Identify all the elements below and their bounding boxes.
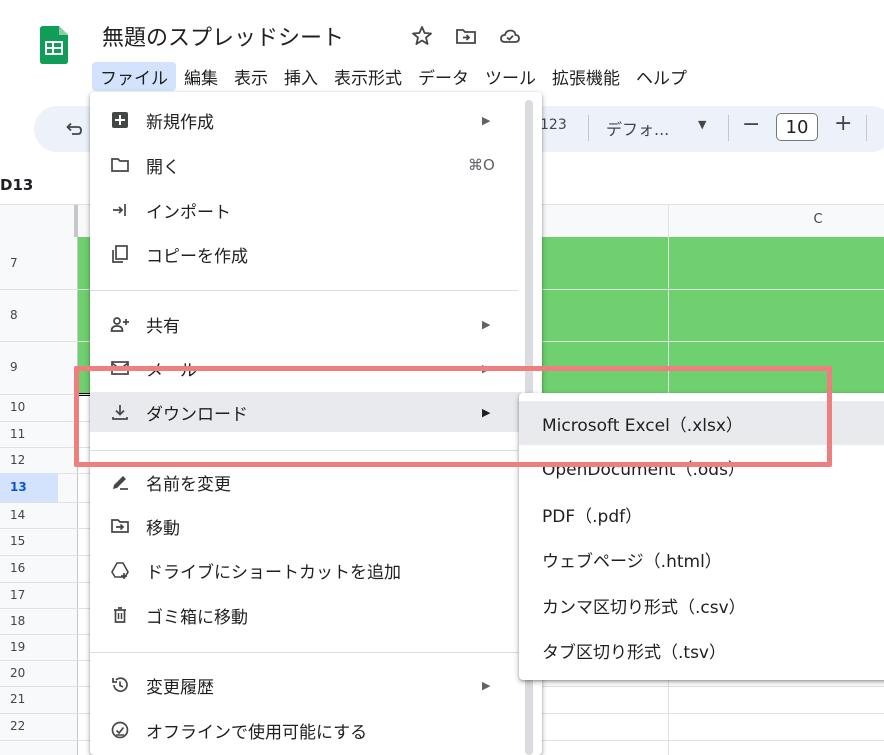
- row-header-14[interactable]: 14: [0, 502, 58, 528]
- file-menu-item-label: インポート: [146, 202, 231, 223]
- menu-data[interactable]: データ: [410, 62, 477, 91]
- toolbar-divider: [866, 115, 867, 141]
- file-menu-item-label: ゴミ箱に移動: [146, 607, 248, 628]
- copy-icon: [110, 244, 130, 264]
- row-header-10[interactable]: 10: [0, 394, 58, 421]
- row-header-13[interactable]: 13: [0, 473, 58, 502]
- file-menu-item-label: 開く: [146, 157, 180, 178]
- file-menu-item-label: 名前を変更: [146, 474, 231, 495]
- new-icon: [110, 110, 130, 130]
- download-format-item[interactable]: タブ区切り形式（.tsv）: [519, 628, 884, 672]
- file-menu-item-share[interactable]: 共有 ▶: [90, 304, 522, 344]
- file-menu-item-rename[interactable]: 名前を変更: [90, 462, 522, 502]
- file-menu-item-trash[interactable]: ゴミ箱に移動: [90, 595, 522, 635]
- menu-format[interactable]: 表示形式: [326, 62, 410, 91]
- submenu-arrow-icon: ▶: [482, 113, 491, 127]
- menu-separator: [90, 652, 518, 653]
- file-menu-item-history[interactable]: 変更履歴 ▶: [90, 665, 522, 705]
- offline-icon: [110, 720, 130, 740]
- row-header-20[interactable]: 20: [0, 660, 58, 686]
- download-format-label: カンマ区切り形式（.csv）: [542, 597, 746, 618]
- file-menu-item-copy[interactable]: コピーを作成: [90, 234, 522, 274]
- row-header-19[interactable]: 19: [0, 634, 58, 660]
- drive-shortcut-icon: [110, 560, 130, 580]
- download-format-item[interactable]: カンマ区切り形式（.csv）: [519, 583, 884, 627]
- increase-font-size-button[interactable]: +: [834, 111, 852, 136]
- row-header-8[interactable]: 8: [0, 289, 58, 341]
- column-header-c[interactable]: C: [768, 212, 868, 227]
- file-menu-item-label: 変更履歴: [146, 677, 214, 698]
- move-folder-icon[interactable]: [454, 24, 478, 48]
- menu-separator: [90, 290, 518, 291]
- submenu-arrow-icon: ▶: [482, 317, 491, 331]
- file-menu-item-new[interactable]: 新規作成 ▶: [90, 100, 522, 140]
- cloud-status-icon[interactable]: [498, 24, 522, 48]
- download-format-item[interactable]: PDF（.pdf）: [519, 492, 884, 536]
- move-icon: [110, 516, 130, 536]
- menu-edit[interactable]: 編集: [176, 62, 226, 91]
- row-header-16[interactable]: 16: [0, 555, 58, 582]
- rename-icon: [110, 472, 130, 492]
- menu-bar: ファイル 編集 表示 挿入 表示形式 データ ツール 拡張機能 ヘルプ: [92, 61, 695, 91]
- toolbar-divider: [728, 115, 729, 141]
- number-format-button[interactable]: 123: [540, 117, 567, 133]
- document-title[interactable]: 無題のスプレッドシート: [102, 20, 344, 52]
- row-header-11[interactable]: 11: [0, 421, 58, 447]
- sheets-logo-icon[interactable]: [40, 26, 68, 64]
- file-menu-item-folder[interactable]: 開く ⌘O: [90, 145, 522, 185]
- row-header-12[interactable]: 12: [0, 447, 58, 473]
- font-family-dropdown-icon[interactable]: ▼: [698, 118, 706, 131]
- menu-extensions[interactable]: 拡張機能: [544, 62, 628, 91]
- star-icon[interactable]: [410, 24, 434, 48]
- file-menu-item-drive-shortcut[interactable]: ドライブにショートカットを追加: [90, 550, 522, 590]
- download-format-label: PDF（.pdf）: [542, 506, 643, 527]
- row-header-17[interactable]: 17: [0, 582, 58, 608]
- row-header-22[interactable]: 22: [0, 713, 58, 740]
- keyboard-shortcut: ⌘O: [468, 156, 495, 174]
- row-header-18[interactable]: 18: [0, 608, 58, 634]
- submenu-arrow-icon: ▶: [482, 678, 491, 692]
- trash-icon: [110, 605, 130, 625]
- row-header-9[interactable]: 9: [0, 341, 58, 394]
- file-menu-item-label: 移動: [146, 518, 180, 539]
- row-header-15[interactable]: 15: [0, 528, 58, 555]
- folder-icon: [110, 155, 130, 175]
- file-menu-item-offline[interactable]: オフラインで使用可能にする: [90, 710, 522, 750]
- font-size-input[interactable]: 10: [776, 113, 818, 141]
- name-box[interactable]: D13: [0, 176, 33, 194]
- select-all-corner[interactable]: [0, 205, 78, 237]
- highlight-annotation: [74, 366, 832, 467]
- download-format-label: タブ区切り形式（.tsv）: [542, 642, 726, 663]
- file-menu-item-label: 共有: [146, 316, 180, 337]
- undo-icon[interactable]: [62, 118, 84, 140]
- import-icon: [110, 200, 130, 220]
- menu-view[interactable]: 表示: [226, 62, 276, 91]
- toolbar-divider: [588, 115, 589, 141]
- file-menu-item-label: オフラインで使用可能にする: [146, 722, 368, 743]
- download-format-item[interactable]: ウェブページ（.html）: [519, 537, 884, 581]
- file-menu-item-move[interactable]: 移動: [90, 506, 522, 546]
- font-family-select[interactable]: デフォ...: [606, 116, 669, 140]
- file-menu-item-label: 新規作成: [146, 112, 214, 133]
- file-menu-item-label: コピーを作成: [146, 246, 248, 267]
- file-menu-item-label: ドライブにショートカットを追加: [146, 562, 401, 583]
- history-icon: [110, 675, 130, 695]
- download-format-label: ウェブページ（.html）: [542, 551, 722, 572]
- row-header-21[interactable]: 21: [0, 686, 58, 713]
- menu-insert[interactable]: 挿入: [276, 62, 326, 91]
- decrease-font-size-button[interactable]: −: [742, 112, 760, 137]
- menu-tools[interactable]: ツール: [477, 62, 544, 91]
- menu-help[interactable]: ヘルプ: [628, 62, 695, 91]
- row-header-7[interactable]: 7: [0, 237, 58, 289]
- file-menu-item-import[interactable]: インポート: [90, 190, 522, 230]
- share-icon: [110, 314, 130, 334]
- menu-file[interactable]: ファイル: [92, 61, 176, 91]
